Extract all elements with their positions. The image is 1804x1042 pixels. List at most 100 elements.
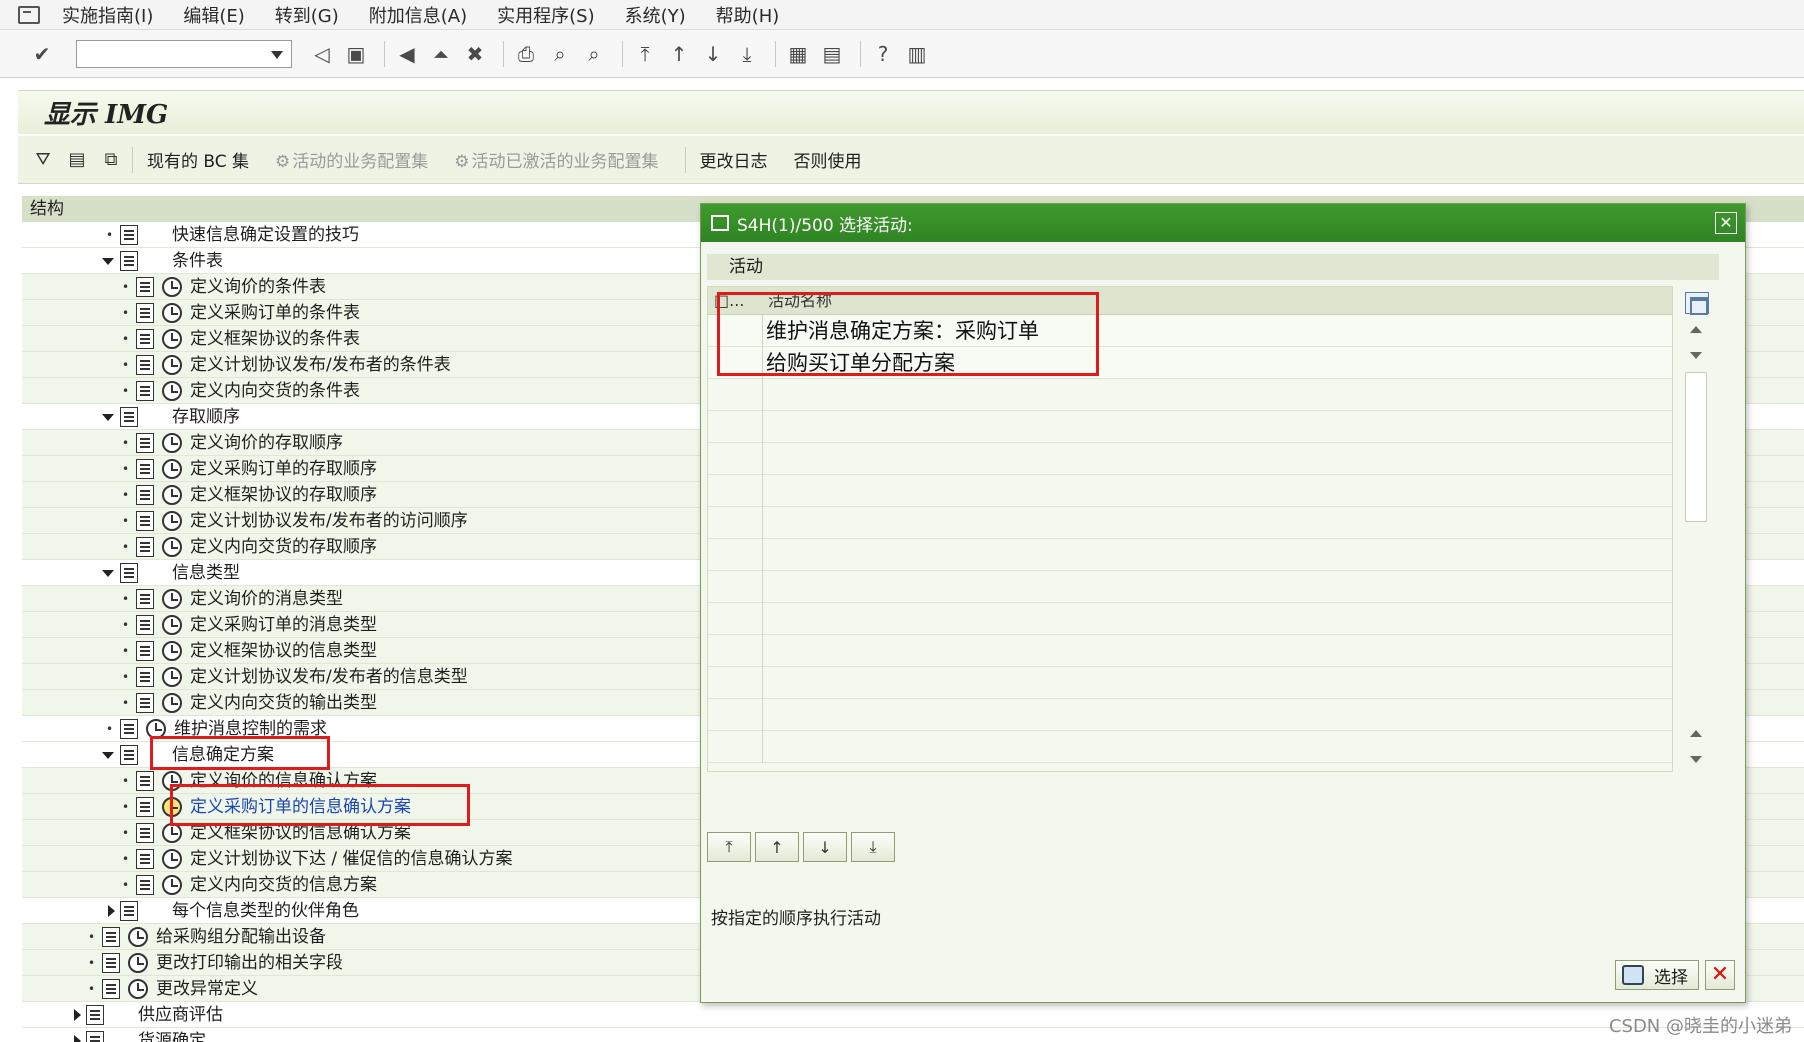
tree-node-label[interactable]: 定义框架协议的信息确认方案 — [190, 820, 411, 846]
document-icon[interactable] — [86, 1031, 104, 1042]
tree-node-label[interactable]: 维护消息控制的需求 — [174, 716, 327, 742]
document-icon[interactable] — [120, 901, 138, 921]
document-icon[interactable] — [136, 511, 154, 531]
shortcut-icon[interactable]: ▤ — [818, 40, 846, 68]
choose-button[interactable]: 选择 — [1615, 960, 1699, 990]
document-icon[interactable] — [136, 303, 154, 323]
copy-icon[interactable]: ⧉ — [98, 148, 124, 172]
menu-implementation-guide[interactable]: 实施指南(I) — [62, 2, 153, 28]
document-icon[interactable] — [136, 381, 154, 401]
tree-node-label[interactable]: 信息确定方案 — [172, 742, 274, 768]
execute-clock-icon[interactable] — [162, 433, 182, 453]
tree-node-label[interactable]: 定义采购订单的存取顺序 — [190, 456, 377, 482]
new-session-icon[interactable]: ▦ — [784, 40, 812, 68]
tree-node-label[interactable]: 条件表 — [172, 248, 223, 274]
execute-clock-icon[interactable] — [162, 511, 182, 531]
document-icon[interactable] — [136, 797, 154, 817]
previous-page-icon[interactable]: ↑ — [755, 832, 799, 862]
document-icon[interactable] — [136, 329, 154, 349]
document-icon[interactable] — [136, 823, 154, 843]
document-icon[interactable] — [136, 875, 154, 895]
tree-node-label[interactable]: 更改异常定义 — [156, 976, 258, 1002]
last-page-icon[interactable]: ⤓ — [733, 40, 761, 68]
tree-node-label[interactable]: 信息类型 — [172, 560, 240, 586]
tree-node-label[interactable]: 定义内向交货的输出类型 — [190, 690, 377, 716]
menu-utilities[interactable]: 实用程序(S) — [497, 2, 594, 28]
document-icon[interactable] — [102, 927, 120, 947]
tree-node-label[interactable]: 定义内向交货的条件表 — [190, 378, 360, 404]
document-icon[interactable] — [136, 485, 154, 505]
tree-node-label[interactable]: 快速信息确定设置的技巧 — [172, 222, 359, 248]
document-icon[interactable] — [136, 277, 154, 297]
execute-clock-icon[interactable] — [146, 719, 166, 739]
execute-clock-icon[interactable] — [162, 641, 182, 661]
document-icon[interactable] — [86, 1005, 104, 1025]
document-icon[interactable] — [120, 251, 138, 271]
document-icon[interactable] — [136, 849, 154, 869]
find-icon[interactable]: ⌕ — [546, 40, 574, 68]
activity-row[interactable]: 维护消息确定方案：采购订单 — [708, 315, 1672, 347]
collapse-arrow-icon[interactable] — [102, 570, 114, 577]
existing-bc-sets-button[interactable]: 现有的 BC 集 — [147, 147, 249, 172]
tree-node-label[interactable]: 定义框架协议的存取顺序 — [190, 482, 377, 508]
previous-page-icon[interactable]: ↑ — [665, 40, 693, 68]
next-page-icon[interactable]: ↓ — [803, 832, 847, 862]
scroll-up-icon[interactable] — [1690, 730, 1702, 737]
command-field[interactable] — [76, 39, 292, 68]
tree-node-label[interactable]: 定义内向交货的信息方案 — [190, 872, 377, 898]
execute-clock-icon[interactable] — [162, 277, 182, 297]
collapse-arrow-icon[interactable] — [102, 258, 114, 265]
execute-clock-icon[interactable] — [162, 329, 182, 349]
filter-icon[interactable]: ⛛ — [30, 148, 56, 172]
last-page-icon[interactable]: ⤓ — [851, 832, 895, 862]
cancel-button[interactable]: ✕ — [1705, 960, 1735, 990]
tree-node-label[interactable]: 存取顺序 — [172, 404, 240, 430]
document-icon[interactable] — [120, 407, 138, 427]
activity-name-column-header[interactable]: 活动名称 — [768, 287, 832, 315]
tree-node-label[interactable]: 更改打印输出的相关字段 — [156, 950, 343, 976]
document-icon[interactable] — [120, 719, 138, 739]
document-icon[interactable] — [120, 745, 138, 765]
tree-node-label[interactable]: 定义计划协议发布/发布者的信息类型 — [190, 664, 468, 690]
document-icon[interactable] — [102, 953, 120, 973]
document-icon[interactable] — [120, 225, 138, 245]
document-icon[interactable] — [136, 459, 154, 479]
tree-node-label[interactable]: 定义采购订单的条件表 — [190, 300, 360, 326]
execute-clock-icon[interactable] — [162, 771, 182, 791]
close-icon[interactable]: ✕ — [1715, 212, 1737, 234]
document-icon[interactable] — [136, 667, 154, 687]
expand-arrow-icon[interactable] — [108, 905, 115, 917]
execute-clock-icon[interactable] — [162, 381, 182, 401]
menu-edit[interactable]: 编辑(E) — [183, 2, 244, 28]
tree-node-label[interactable]: 定义采购订单的信息确认方案 — [190, 794, 411, 820]
back-arrow-icon[interactable]: ◁ — [308, 40, 336, 68]
scrollbar-thumb[interactable] — [1685, 372, 1707, 522]
tree-node-label[interactable]: 定义询价的存取顺序 — [190, 430, 343, 456]
tree-node-label[interactable]: 给采购组分配输出设备 — [156, 924, 326, 950]
execute-clock-icon[interactable] — [162, 589, 182, 609]
scroll-down-icon[interactable] — [1690, 756, 1702, 763]
select-column-header[interactable]: □... — [714, 287, 764, 315]
tree-node-label[interactable]: 货源确定 — [138, 1028, 206, 1042]
scroll-down-icon[interactable] — [1690, 352, 1702, 359]
document-icon[interactable] — [136, 589, 154, 609]
tree-node[interactable]: 供应商评估 — [22, 1002, 1804, 1028]
document-icon[interactable]: ▤ — [64, 148, 90, 172]
tree-node-label[interactable]: 定义采购订单的消息类型 — [190, 612, 377, 638]
document-icon[interactable] — [136, 355, 154, 375]
help-icon[interactable]: ? — [869, 40, 897, 68]
document-icon[interactable] — [136, 615, 154, 635]
collapse-arrow-icon[interactable] — [102, 414, 114, 421]
document-icon[interactable] — [136, 771, 154, 791]
execute-clock-icon[interactable] — [162, 797, 182, 817]
exit-icon[interactable]: ⏶ — [427, 40, 455, 68]
otherwise-use-button[interactable]: 否则使用 — [794, 147, 862, 172]
activity-row[interactable]: 给购买订单分配方案 — [708, 347, 1672, 379]
tree-node-label[interactable]: 定义询价的信息确认方案 — [190, 768, 377, 794]
menu-extras[interactable]: 附加信息(A) — [369, 2, 467, 28]
execute-clock-icon[interactable] — [162, 459, 182, 479]
tree-node-label[interactable]: 供应商评估 — [138, 1002, 223, 1028]
execute-clock-icon[interactable] — [162, 485, 182, 505]
document-icon[interactable] — [136, 537, 154, 557]
execute-clock-icon[interactable] — [128, 927, 148, 947]
